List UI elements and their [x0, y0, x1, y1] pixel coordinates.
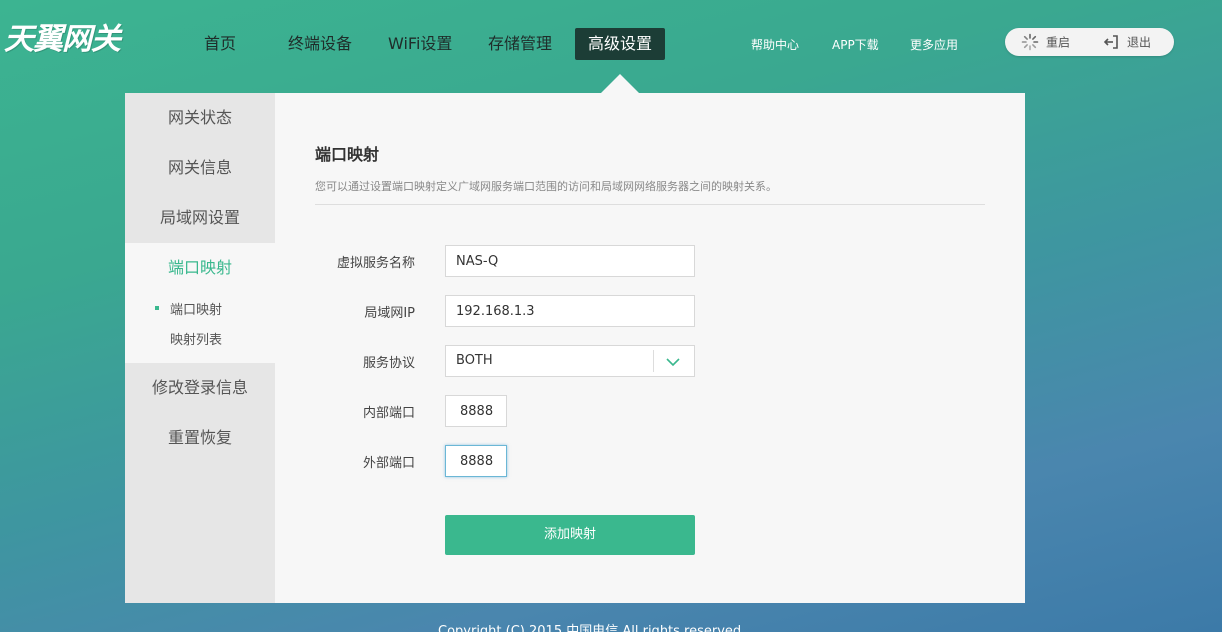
sidebar-item-gateway-info[interactable]: 网关信息: [125, 143, 275, 193]
settings-panel: 网关状态 网关信息 局域网设置 端口映射 端口映射 映射列表 修改登录信息 重置…: [125, 93, 1025, 603]
nav-storage[interactable]: 存储管理: [475, 28, 565, 60]
logout-label: 退出: [1127, 35, 1152, 50]
app-download-link[interactable]: APP下载: [832, 36, 879, 53]
service-name-label: 虚拟服务名称: [336, 256, 415, 271]
restart-icon: [1021, 33, 1039, 51]
logout-icon: [1102, 33, 1120, 51]
restart-label: 重启: [1046, 35, 1071, 50]
nav-wifi-settings[interactable]: WiFi设置: [375, 28, 465, 60]
active-nav-pointer: [600, 74, 640, 94]
title-divider: [315, 204, 985, 205]
sidebar-item-login-info[interactable]: 修改登录信息: [125, 363, 275, 413]
external-port-input[interactable]: [445, 445, 507, 477]
service-name-input[interactable]: [445, 245, 695, 277]
account-actions: 重启 退出: [1005, 28, 1174, 56]
footer-copyright: Copyright (C) 2015 中国电信 All rights reser…: [438, 624, 742, 632]
add-mapping-button[interactable]: 添加映射: [445, 515, 695, 555]
sidebar-item-port-mapping[interactable]: 端口映射: [125, 243, 275, 293]
page-title: 端口映射: [315, 145, 380, 164]
lan-ip-label: 局域网IP: [364, 306, 415, 321]
nav-home[interactable]: 首页: [191, 28, 249, 60]
sub-item-port-mapping[interactable]: 端口映射: [170, 299, 222, 318]
active-sub-bullet: [155, 306, 159, 310]
lan-ip-input[interactable]: [445, 295, 695, 327]
protocol-label: 服务协议: [362, 356, 415, 371]
sidebar-item-gateway-status[interactable]: 网关状态: [125, 93, 275, 143]
external-port-label: 外部端口: [362, 456, 415, 471]
nav-devices[interactable]: 终端设备: [275, 28, 365, 60]
more-apps-link[interactable]: 更多应用: [910, 36, 958, 53]
sidebar-item-reset[interactable]: 重置恢复: [125, 413, 275, 463]
protocol-value: BOTH: [456, 353, 493, 368]
select-divider: [653, 350, 654, 372]
logout-button[interactable]: 退出: [1102, 28, 1151, 56]
internal-port-input[interactable]: [445, 395, 507, 427]
page-description: 您可以通过设置端口映射定义广域网服务端口范围的访问和局域网网络服务器之间的映射关…: [315, 180, 777, 193]
sidebar-item-lan-settings[interactable]: 局域网设置: [125, 193, 275, 243]
brand-logo[interactable]: 天翼网关: [4, 18, 121, 62]
chevron-down-icon: [665, 354, 681, 368]
sub-item-mapping-list[interactable]: 映射列表: [170, 329, 222, 348]
internal-port-label: 内部端口: [362, 406, 415, 421]
protocol-select[interactable]: BOTH: [445, 345, 695, 377]
help-center-link[interactable]: 帮助中心: [751, 36, 799, 53]
restart-button[interactable]: 重启: [1021, 28, 1070, 56]
settings-sidebar: 网关状态 网关信息 局域网设置 端口映射 端口映射 映射列表 修改登录信息 重置…: [125, 93, 275, 603]
nav-advanced-settings[interactable]: 高级设置: [575, 28, 665, 60]
